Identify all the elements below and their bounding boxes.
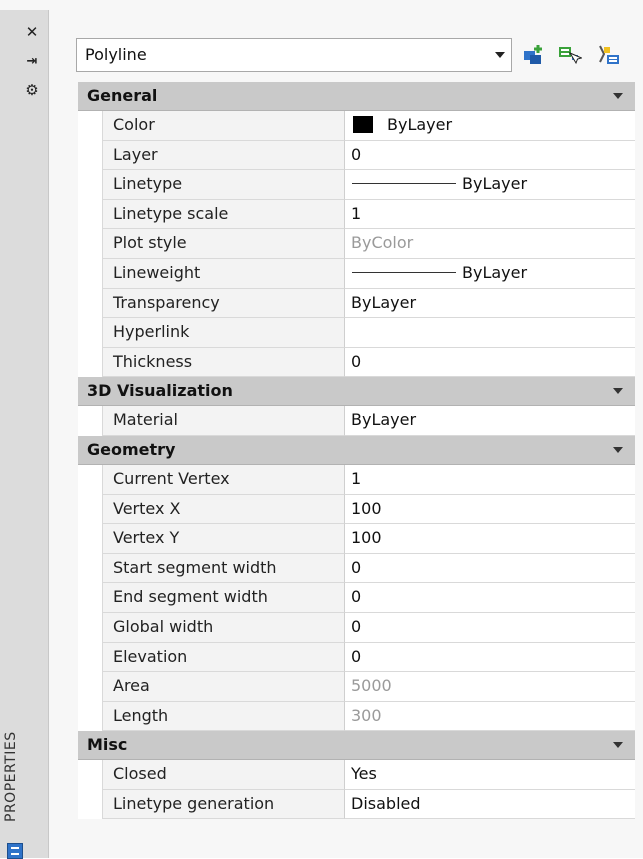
section-misc[interactable]: Misc — [78, 731, 635, 761]
property-value-color[interactable]: ByLayer — [345, 111, 635, 141]
property-value-plot-style: ByColor — [345, 229, 635, 259]
select-objects-icon[interactable] — [558, 44, 582, 66]
property-name: Start segment width — [102, 553, 345, 584]
property-name: Lineweight — [102, 258, 345, 289]
properties-icon — [7, 843, 23, 859]
property-name: Current Vertex — [102, 464, 345, 495]
property-name: Linetype generation — [102, 789, 345, 820]
chevron-down-icon — [495, 52, 505, 58]
palette-title-text: PROPERTIES — [3, 731, 19, 822]
property-name: Global width — [102, 612, 345, 643]
property-name: Closed — [102, 760, 345, 790]
property-row-hyperlink[interactable]: Hyperlink — [78, 318, 635, 348]
property-row-thickness[interactable]: Thickness 0 — [78, 347, 635, 378]
property-name: Material — [102, 406, 345, 436]
collapse-chevron-icon[interactable] — [613, 742, 623, 749]
section-general[interactable]: General — [78, 82, 635, 111]
property-row-elevation[interactable]: Elevation 0 — [78, 642, 635, 673]
property-name: Linetype — [102, 170, 345, 200]
property-row-closed[interactable]: Closed Yes — [78, 760, 635, 790]
property-value-linetype[interactable]: ByLayer — [345, 170, 635, 200]
collapse-chevron-icon[interactable] — [613, 93, 623, 99]
lineweight-value-text: ByLayer — [462, 262, 528, 282]
property-row-lineweight[interactable]: Lineweight ByLayer — [78, 258, 635, 289]
properties-panel: Polyline General Color ByLayer Layer 0 L… — [52, 14, 643, 858]
property-name: Vertex Y — [102, 524, 345, 554]
collapse-chevron-icon[interactable] — [613, 446, 623, 453]
property-value-vertex-x[interactable]: 100 — [345, 494, 635, 525]
property-value-length: 300 — [345, 701, 635, 732]
property-value-global-width[interactable]: 0 — [345, 612, 635, 643]
palette-title: PROPERTIES — [3, 722, 31, 830]
object-type-value: Polyline — [85, 45, 147, 64]
property-value-vertex-y[interactable]: 100 — [345, 524, 635, 554]
property-row-start-segment-width[interactable]: Start segment width 0 — [78, 553, 635, 584]
property-grid: General Color ByLayer Layer 0 Linetype B… — [78, 82, 635, 820]
property-value-start-segment-width[interactable]: 0 — [345, 553, 635, 584]
property-name: Hyperlink — [102, 318, 345, 348]
object-selector-row: Polyline — [76, 38, 636, 72]
settings-icon[interactable]: ⚙ — [22, 80, 42, 100]
property-value-area: 5000 — [345, 672, 635, 702]
section-geometry[interactable]: Geometry — [78, 435, 635, 465]
property-row-transparency[interactable]: Transparency ByLayer — [78, 288, 635, 319]
property-row-material[interactable]: Material ByLayer — [78, 406, 635, 436]
section-geometry-title: Geometry — [87, 439, 176, 459]
property-row-end-segment-width[interactable]: End segment width 0 — [78, 583, 635, 613]
color-value-text: ByLayer — [387, 115, 453, 134]
property-value-lineweight[interactable]: ByLayer — [345, 258, 635, 289]
property-value-elevation[interactable]: 0 — [345, 642, 635, 673]
property-name: Vertex X — [102, 494, 345, 525]
section-3d-visualization[interactable]: 3D Visualization — [78, 377, 635, 407]
property-row-area[interactable]: Area 5000 — [78, 672, 635, 702]
property-name: Elevation — [102, 642, 345, 673]
property-value-hyperlink[interactable] — [345, 318, 635, 348]
property-value-closed[interactable]: Yes — [345, 760, 635, 790]
section-general-title: General — [87, 86, 158, 105]
property-name: Transparency — [102, 288, 345, 319]
property-row-color[interactable]: Color ByLayer — [78, 111, 635, 141]
properties-palette: ✕ ⇥ ⚙ PROPERTIES Polyline General Color … — [0, 0, 643, 859]
property-row-global-width[interactable]: Global width 0 — [78, 612, 635, 643]
property-name: End segment width — [102, 583, 345, 613]
property-row-vertex-x[interactable]: Vertex X 100 — [78, 494, 635, 525]
property-row-linetype[interactable]: Linetype ByLayer — [78, 170, 635, 200]
property-value-layer[interactable]: 0 — [345, 140, 635, 171]
auto-hide-icon[interactable]: ⇥ — [22, 52, 42, 72]
section-3d-visualization-title: 3D Visualization — [87, 381, 233, 401]
property-value-linetype-generation[interactable]: Disabled — [345, 789, 635, 820]
property-value-current-vertex[interactable]: 1 — [345, 464, 635, 495]
linetype-sample — [352, 183, 456, 185]
object-type-dropdown[interactable]: Polyline — [76, 38, 512, 72]
property-value-thickness[interactable]: 0 — [345, 347, 635, 378]
palette-title-bar[interactable]: ✕ ⇥ ⚙ PROPERTIES — [0, 10, 49, 859]
property-row-linetype-generation[interactable]: Linetype generation Disabled — [78, 789, 635, 820]
quick-select-icon[interactable] — [596, 44, 620, 66]
property-value-transparency[interactable]: ByLayer — [345, 288, 635, 319]
color-swatch — [353, 116, 373, 133]
property-value-end-segment-width[interactable]: 0 — [345, 583, 635, 613]
property-name: Length — [102, 701, 345, 732]
property-name: Area — [102, 672, 345, 702]
property-row-vertex-y[interactable]: Vertex Y 100 — [78, 524, 635, 554]
property-row-layer[interactable]: Layer 0 — [78, 140, 635, 171]
property-name: Linetype scale — [102, 199, 345, 230]
property-value-material[interactable]: ByLayer — [345, 406, 635, 436]
linetype-value-text: ByLayer — [462, 174, 528, 194]
property-name: Color — [102, 111, 345, 141]
property-name: Plot style — [102, 229, 345, 259]
property-name: Layer — [102, 140, 345, 171]
collapse-chevron-icon[interactable] — [613, 388, 623, 395]
toggle-pickadd-icon[interactable] — [522, 44, 546, 66]
lineweight-sample — [352, 271, 456, 273]
property-row-linetype-scale[interactable]: Linetype scale 1 — [78, 199, 635, 230]
property-row-length[interactable]: Length 300 — [78, 701, 635, 732]
property-name: Thickness — [102, 347, 345, 378]
section-misc-title: Misc — [87, 735, 128, 755]
property-row-plot-style[interactable]: Plot style ByColor — [78, 229, 635, 259]
property-value-linetype-scale[interactable]: 1 — [345, 199, 635, 230]
property-row-current-vertex[interactable]: Current Vertex 1 — [78, 464, 635, 495]
close-icon[interactable]: ✕ — [22, 22, 42, 42]
